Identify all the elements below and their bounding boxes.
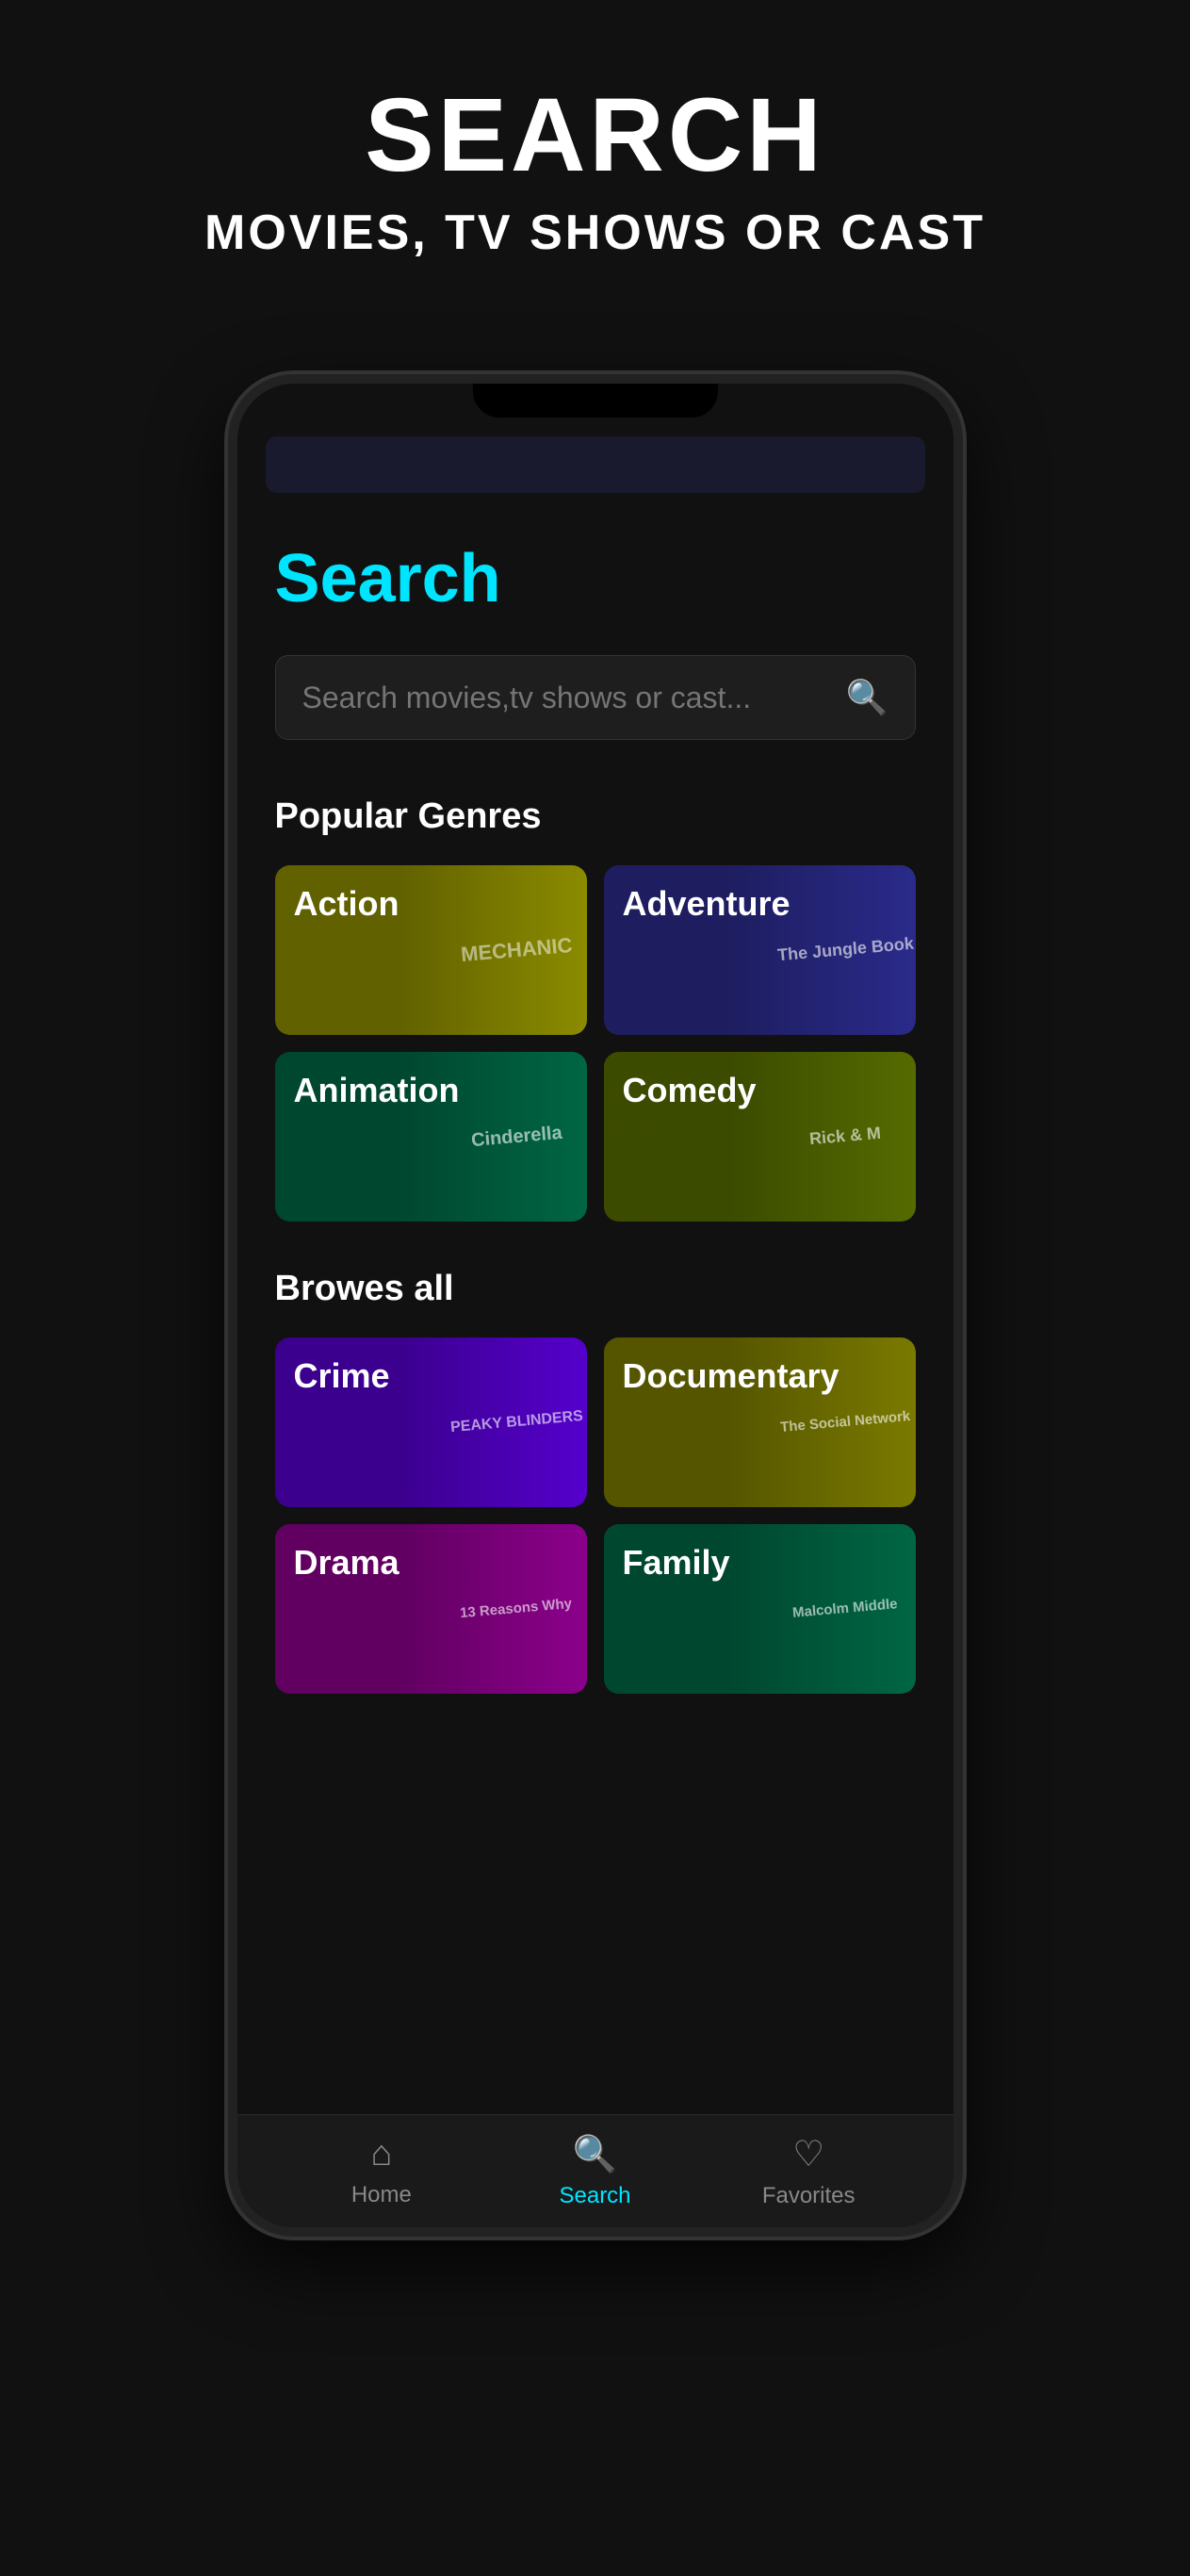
search-bar[interactable]: 🔍 [275, 655, 916, 740]
bottom-nav: ⌂ Home 🔍 Search ♡ Favorites [237, 2114, 954, 2227]
nav-label-home: Home [351, 2182, 412, 2208]
drama-poster: 13 Reasons Why [447, 1524, 587, 1694]
favorites-icon: ♡ [792, 2133, 824, 2175]
genre-card-documentary[interactable]: Documentary The Social Network [604, 1337, 916, 1507]
phone-notch [473, 384, 718, 418]
adventure-poster: The Jungle Book [775, 865, 916, 1035]
genre-card-adventure[interactable]: Adventure The Jungle Book [604, 865, 916, 1035]
comedy-poster: Rick & M [775, 1052, 916, 1222]
genre-card-comedy[interactable]: Comedy Rick & M [604, 1052, 916, 1222]
nav-item-search[interactable]: 🔍 Search [488, 2134, 702, 2209]
browse-all-grid: Crime PEAKY BLINDERS Documentary The Soc… [275, 1337, 916, 1694]
genre-card-family[interactable]: Family Malcolm Middle [604, 1524, 916, 1694]
status-bar [266, 436, 925, 493]
search-nav-icon: 🔍 [573, 2134, 617, 2175]
browse-all-label: Browes all [275, 1269, 916, 1309]
animation-poster: Cinderella [447, 1052, 587, 1222]
page-title: Search [275, 540, 916, 617]
promo-title: SEARCH [365, 75, 825, 195]
popular-genres-label: Popular Genres [275, 796, 916, 837]
nav-label-search: Search [559, 2183, 630, 2209]
nav-label-favorites: Favorites [762, 2183, 856, 2209]
home-icon: ⌂ [370, 2134, 392, 2174]
nav-item-favorites[interactable]: ♡ Favorites [702, 2133, 916, 2209]
promo-subtitle: MOVIES, TV SHOWS OR CAST [204, 205, 986, 261]
action-poster: MECHANIC [447, 865, 587, 1035]
search-page: Search 🔍 Popular Genres Action MECHANIC [237, 493, 954, 1760]
genre-card-action[interactable]: Action MECHANIC [275, 865, 587, 1035]
promo-section: SEARCH MOVIES, TV SHOWS OR CAST [0, 0, 1190, 318]
genre-card-drama[interactable]: Drama 13 Reasons Why [275, 1524, 587, 1694]
genre-card-animation[interactable]: Animation Cinderella [275, 1052, 587, 1222]
phone-mockup: Search 🔍 Popular Genres Action MECHANIC [228, 374, 963, 2237]
crime-poster: PEAKY BLINDERS [447, 1337, 587, 1507]
phone-screen: Search 🔍 Popular Genres Action MECHANIC [237, 436, 954, 2227]
genre-card-crime[interactable]: Crime PEAKY BLINDERS [275, 1337, 587, 1507]
popular-genres-grid: Action MECHANIC Adventure The Jungle Boo… [275, 865, 916, 1222]
search-icon[interactable]: 🔍 [846, 678, 888, 717]
nav-item-home[interactable]: ⌂ Home [275, 2134, 489, 2208]
search-input[interactable] [302, 681, 846, 715]
family-poster: Malcolm Middle [775, 1524, 916, 1694]
